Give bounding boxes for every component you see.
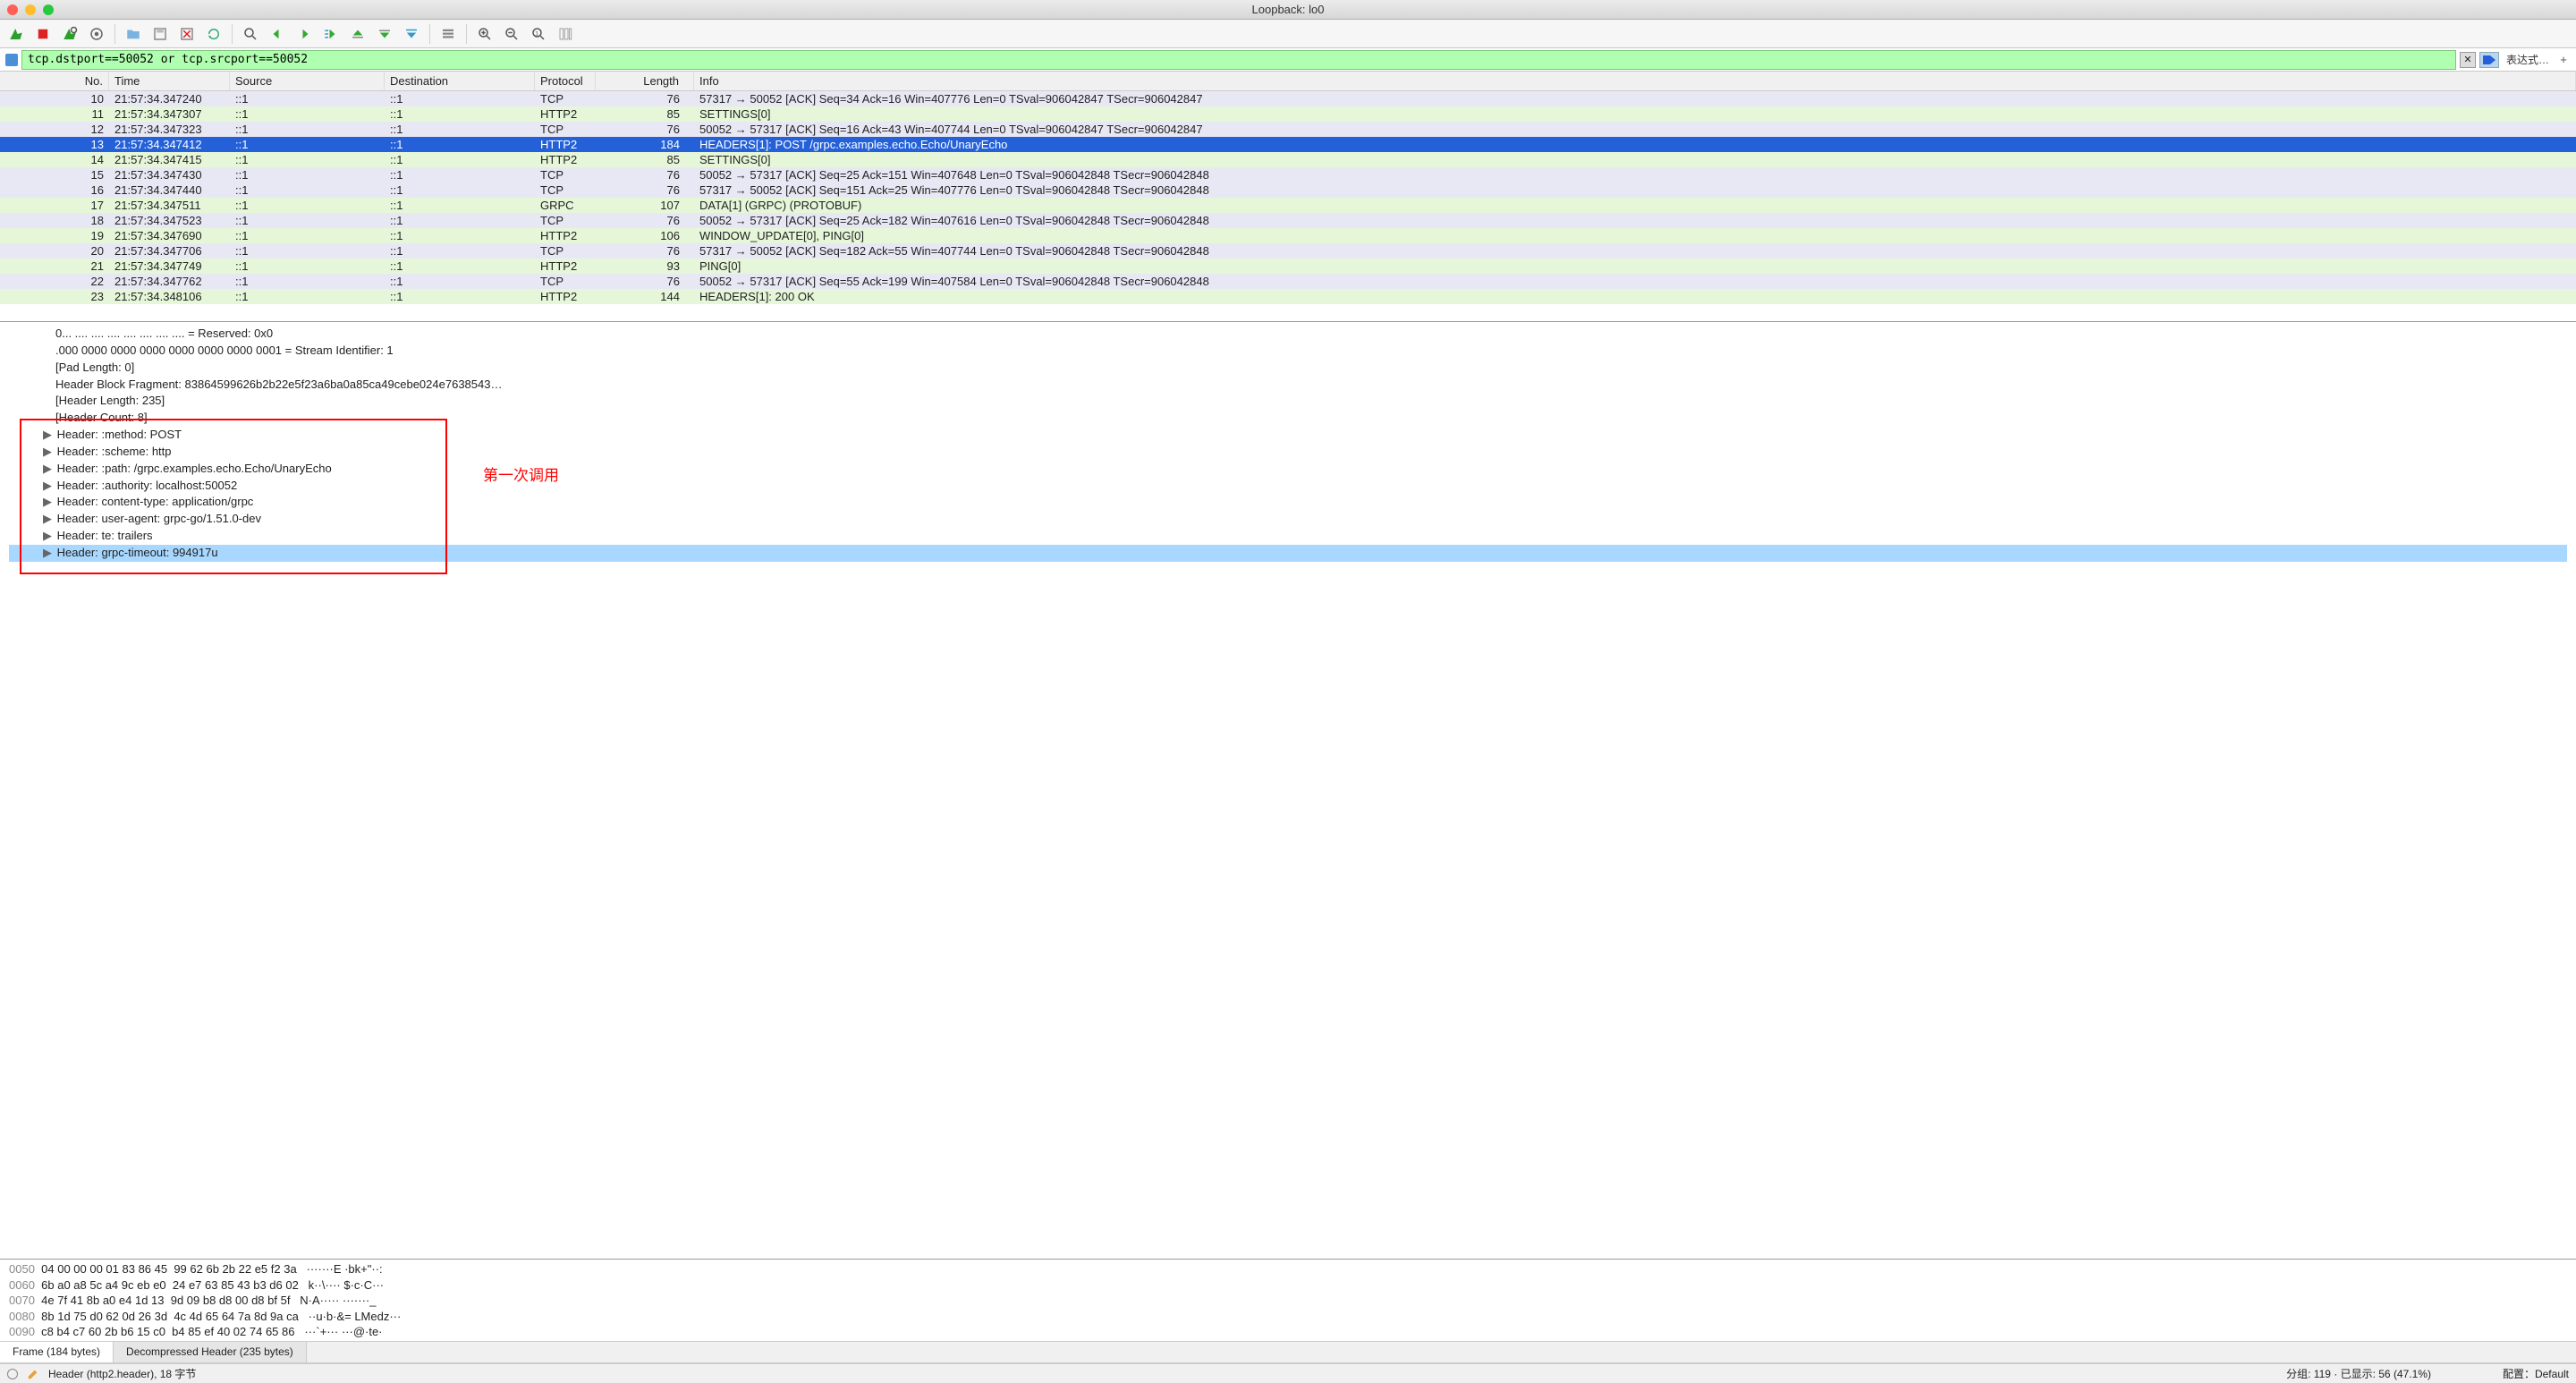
detail-header-line[interactable]: ▶ Header: :path: /grpc.examples.echo.Ech… [9,461,2567,478]
packet-row[interactable]: 2221:57:34.347762::1::1TCP7650052 → 5731… [0,274,2576,289]
col-destination[interactable]: Destination [385,72,535,90]
packet-row[interactable]: 1421:57:34.347415::1::1HTTP285SETTINGS[0… [0,152,2576,167]
edit-icon[interactable] [27,1368,39,1380]
restart-capture-button[interactable] [59,23,80,45]
start-capture-button[interactable] [5,23,27,45]
detail-header-length[interactable]: [Header Length: 235] [9,393,2567,410]
packet-row[interactable]: 2021:57:34.347706::1::1TCP7657317 → 5005… [0,243,2576,259]
auto-scroll-button[interactable] [401,23,422,45]
packet-list-pane[interactable]: No. Time Source Destination Protocol Len… [0,72,2576,322]
col-length[interactable]: Length [596,72,694,90]
packet-row[interactable]: 2121:57:34.347749::1::1HTTP293PING[0] [0,259,2576,274]
main-toolbar: 1 [0,20,2576,48]
bookmark-icon[interactable] [5,54,18,66]
hex-row[interactable]: 0060 6b a0 a8 5c a4 9c eb e0 24 e7 63 85… [9,1277,2567,1294]
packet-row[interactable]: 1321:57:34.347412::1::1HTTP2184HEADERS[1… [0,137,2576,152]
packet-details-pane[interactable]: 0... .... .... .... .... .... .... .... … [0,322,2576,1260]
hex-row[interactable]: 0050 04 00 00 00 01 83 86 45 99 62 6b 2b… [9,1261,2567,1277]
go-forward-button[interactable] [293,23,315,45]
detail-header-line[interactable]: ▶ Header: grpc-timeout: 994917u [9,545,2567,562]
status-packets: 分组: 119 · 已显示: 56 (47.1%) [2286,1366,2431,1381]
col-protocol[interactable]: Protocol [535,72,596,90]
find-packet-button[interactable] [240,23,261,45]
detail-header-line[interactable]: ▶ Header: :authority: localhost:50052 [9,478,2567,495]
titlebar: Loopback: lo0 [0,0,2576,20]
zoom-reset-button[interactable]: 1 [528,23,549,45]
hex-row[interactable]: 0090 c8 b4 c7 60 2b b6 15 c0 b4 85 ef 40… [9,1324,2567,1340]
packet-row[interactable]: 1121:57:34.347307::1::1HTTP285SETTINGS[0… [0,106,2576,122]
packet-row[interactable]: 1021:57:34.347240::1::1TCP7657317 → 5005… [0,91,2576,106]
col-source[interactable]: Source [230,72,385,90]
save-file-button[interactable] [149,23,171,45]
display-filter-input[interactable] [21,50,2456,70]
packet-list-header: No. Time Source Destination Protocol Len… [0,72,2576,91]
detail-header-line[interactable]: ▶ Header: :scheme: http [9,444,2567,461]
zoom-window-button[interactable] [43,4,54,15]
open-file-button[interactable] [123,23,144,45]
detail-reserved[interactable]: 0... .... .... .... .... .... .... .... … [9,326,2567,343]
hex-row[interactable]: 0070 4e 7f 41 8b a0 e4 1d 13 9d 09 b8 d8… [9,1293,2567,1309]
col-time[interactable]: Time [109,72,230,90]
status-field: Header (http2.header), 18 字节 [48,1366,196,1381]
expression-button[interactable]: 表达式… [2503,52,2553,67]
go-to-packet-button[interactable] [320,23,342,45]
zoom-in-button[interactable] [474,23,496,45]
resize-columns-button[interactable] [555,23,576,45]
status-bar: Header (http2.header), 18 字节 分组: 119 · 已… [0,1363,2576,1383]
minimize-window-button[interactable] [25,4,36,15]
close-file-button[interactable] [176,23,198,45]
go-to-last-button[interactable] [374,23,395,45]
go-to-first-button[interactable] [347,23,369,45]
stop-capture-button[interactable] [32,23,54,45]
clear-filter-button[interactable]: ✕ [2460,52,2476,68]
col-no[interactable]: No. [0,72,109,90]
expert-info-button[interactable] [7,1369,18,1379]
packet-row[interactable]: 1921:57:34.347690::1::1HTTP2106WINDOW_UP… [0,228,2576,243]
options-button[interactable] [86,23,107,45]
packet-row[interactable]: 2321:57:34.348106::1::1HTTP2144HEADERS[1… [0,289,2576,304]
add-filter-button[interactable]: + [2556,53,2571,66]
close-window-button[interactable] [7,4,18,15]
packet-row[interactable]: 1821:57:34.347523::1::1TCP7650052 → 5731… [0,213,2576,228]
window-title: Loopback: lo0 [1252,3,1325,16]
reload-button[interactable] [203,23,225,45]
zoom-out-button[interactable] [501,23,522,45]
status-profile[interactable]: 配置：Default [2503,1366,2569,1381]
bytes-tabs: Frame (184 bytes) Decompressed Header (2… [0,1342,2576,1363]
detail-header-line[interactable]: ▶ Header: user-agent: grpc-go/1.51.0-dev [9,511,2567,528]
hex-row[interactable]: 0080 8b 1d 75 d0 62 0d 26 3d 4c 4d 65 64… [9,1309,2567,1325]
tab-decompressed[interactable]: Decompressed Header (235 bytes) [114,1342,307,1362]
detail-header-line[interactable]: ▶ Header: te: trailers [9,528,2567,545]
detail-stream-id[interactable]: .000 0000 0000 0000 0000 0000 0000 0001 … [9,343,2567,360]
detail-header-line[interactable]: ▶ Header: content-type: application/grpc [9,494,2567,511]
tab-frame[interactable]: Frame (184 bytes) [0,1342,114,1362]
detail-header-block[interactable]: Header Block Fragment: 83864599626b2b22e… [9,377,2567,394]
packet-row[interactable]: 1721:57:34.347511::1::1GRPC107DATA[1] (G… [0,198,2576,213]
detail-pad-length[interactable]: [Pad Length: 0] [9,360,2567,377]
go-back-button[interactable] [267,23,288,45]
annotation-label: 第一次调用 [483,465,559,488]
packet-row[interactable]: 1521:57:34.347430::1::1TCP7650052 → 5731… [0,167,2576,182]
packet-row[interactable]: 1221:57:34.347323::1::1TCP7650052 → 5731… [0,122,2576,137]
packet-row[interactable]: 1621:57:34.347440::1::1TCP7657317 → 5005… [0,182,2576,198]
detail-header-line[interactable]: ▶ Header: :method: POST [9,427,2567,444]
colorize-button[interactable] [437,23,459,45]
apply-filter-button[interactable] [2479,52,2499,68]
display-filter-bar: ✕ 表达式… + [0,48,2576,72]
svg-text:1: 1 [535,30,538,37]
packet-bytes-pane[interactable]: 0050 04 00 00 00 01 83 86 45 99 62 6b 2b… [0,1260,2576,1342]
detail-header-count[interactable]: [Header Count: 8] [9,410,2567,427]
col-info[interactable]: Info [694,72,2576,90]
